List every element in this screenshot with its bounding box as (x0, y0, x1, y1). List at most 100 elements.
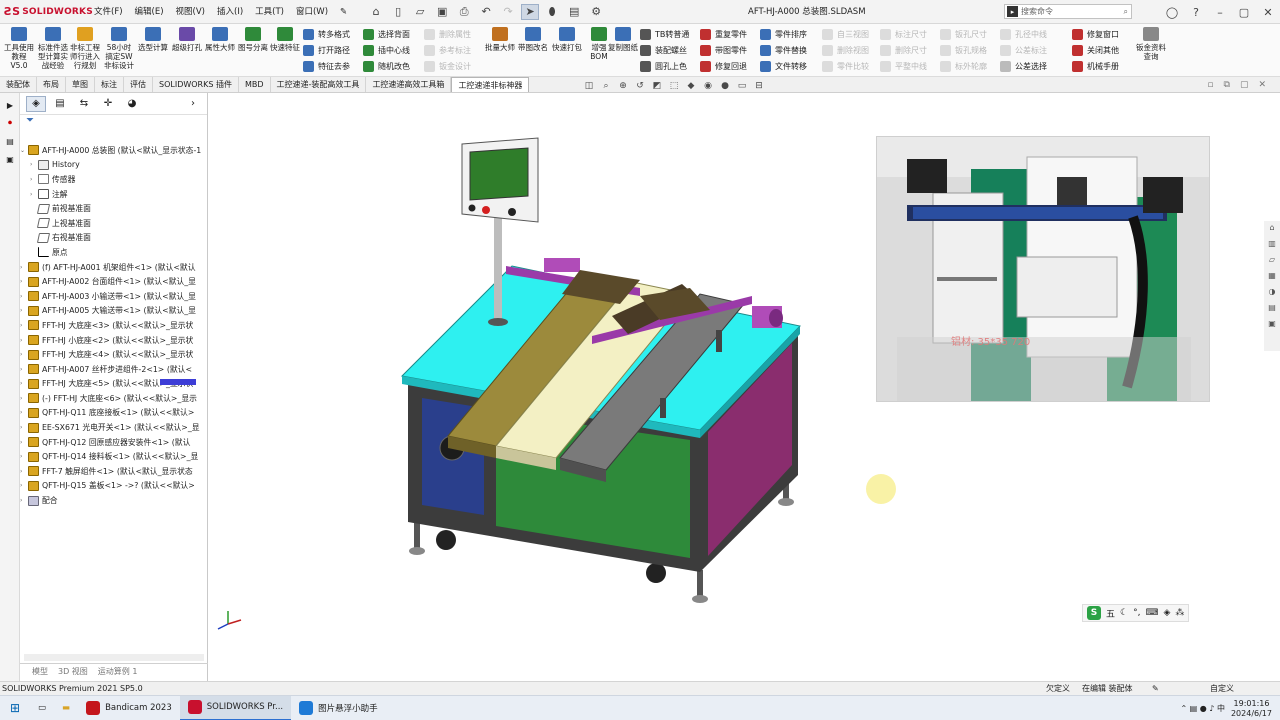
ribbon-button-0[interactable]: 工具使用教程V5.0 (4, 26, 34, 70)
more-tabs-chevron-icon[interactable]: › (183, 96, 203, 112)
ribbon-button-7[interactable]: 图号分离 (238, 26, 268, 52)
expand-arrow-icon[interactable]: › (20, 380, 28, 387)
config-manager-tab-icon[interactable]: ⇆ (74, 96, 94, 112)
tree-item[interactable]: › FFT-HJ 小底座<2> (默认<<默认>_显示状 (20, 333, 208, 348)
ribbon-button-10[interactable]: 带图改名 (518, 26, 548, 52)
tree-item[interactable]: › EE-SX671 光电开关<1> (默认<<默认>_显 (20, 420, 208, 435)
moon-icon[interactable]: ☾ (1120, 608, 1128, 618)
ribbon-button-3[interactable]: 58小时搞定SW非标设计 (104, 26, 134, 70)
zoom-fit-icon[interactable]: ⌕ (599, 80, 613, 92)
section-view-icon[interactable]: ◩ (650, 80, 664, 92)
expand-arrow-icon[interactable]: › (20, 337, 28, 344)
ribbon-button-4[interactable]: 选型计算 (138, 26, 168, 52)
grid-icon[interactable]: ⁂ (1175, 608, 1184, 618)
reference-photo[interactable]: 铝材: 35*35 720 (876, 136, 1210, 402)
search-icon[interactable]: ⌕ (1124, 7, 1128, 17)
custom-properties-icon[interactable]: ▤ (1264, 303, 1280, 317)
explorer-icon[interactable]: ▱ (1264, 255, 1280, 269)
expand-arrow-icon[interactable]: ▶ (4, 99, 16, 111)
ribbon-col1-item-2[interactable]: 特征去参 (303, 59, 350, 74)
panel-icon[interactable]: ▤ (4, 135, 16, 147)
tree-item[interactable]: › 配合 (20, 493, 208, 508)
palette-icon[interactable]: ▦ (1264, 271, 1280, 285)
print-icon[interactable]: ⎙ (455, 4, 473, 20)
expand-arrow-icon[interactable]: ⌄ (20, 147, 28, 154)
select-pointer-icon[interactable]: ➤ (521, 3, 540, 20)
expand-arrow-icon[interactable]: › (20, 351, 28, 358)
tree-item[interactable]: › QFT-HJ-Q14 接料板<1> (默认<<默认>_显 (20, 449, 208, 464)
restore-button[interactable]: ▢ (1232, 6, 1256, 19)
ribbon-button-13[interactable]: 复制图纸 (608, 26, 638, 52)
view-settings-icon[interactable]: ◫ (582, 80, 596, 92)
ribbon-col5-item-0[interactable]: 重复零件 (700, 27, 747, 42)
file-properties-icon[interactable]: ▤ (565, 4, 583, 20)
start-icon[interactable]: ⊞ (0, 701, 30, 715)
taskbar-app-2[interactable]: 图片悬浮小助手 (291, 696, 386, 720)
ribbon-button-11[interactable]: 快速打包 (552, 26, 582, 52)
tab-8[interactable]: 工控速递高效工具箱 (366, 77, 452, 92)
home-icon[interactable]: ⌂ (367, 4, 385, 20)
menu-insert[interactable]: 插入(I) (211, 0, 249, 24)
tab-9[interactable]: 工控速递非标神器 (451, 77, 530, 92)
sogou-icon[interactable]: S (1087, 606, 1101, 620)
ribbon-col6-item-1[interactable]: 零件替换 (760, 43, 807, 58)
menu-view[interactable]: 视图(V) (170, 0, 211, 24)
solidworks-logo[interactable]: ƧS SOLIDWORKS (0, 5, 93, 18)
ribbon-col4-item-1[interactable]: 装配螺丝 (640, 43, 687, 58)
ribbon-col11-item-0[interactable]: 修复窗口 (1072, 27, 1119, 42)
ribbon-button-8[interactable]: 快速特征 (270, 26, 300, 52)
expand-arrow-icon[interactable]: › (20, 453, 28, 460)
skin-icon[interactable]: ◈ (1163, 608, 1170, 618)
tab-5[interactable]: SOLIDWORKS 插件 (153, 77, 239, 92)
menu-edit[interactable]: 编辑(E) (129, 0, 170, 24)
display-style-icon[interactable]: ◆ (684, 80, 698, 92)
tab-0[interactable]: 装配体 (0, 77, 37, 92)
tree-item[interactable]: › AFT-HJ-A005 大输送带<1> (默认<默认_显 (20, 304, 208, 319)
tree-item[interactable]: 原点 (20, 245, 208, 260)
expand-arrow-icon[interactable]: › (20, 439, 28, 446)
ribbon-col6-item-2[interactable]: 文件转移 (760, 59, 807, 74)
expand-arrow-icon[interactable]: › (20, 278, 28, 285)
ribbon-col4-item-2[interactable]: 圆孔上色 (640, 59, 687, 74)
appearance-icon[interactable]: ◑ (1264, 287, 1280, 301)
ribbon-col11-item-2[interactable]: 机械手册 (1072, 59, 1119, 74)
ribbon-col4-item-0[interactable]: TB转普通 (640, 27, 689, 42)
expand-arrow-icon[interactable]: › (20, 482, 28, 489)
taskbar-app-0[interactable]: Bandicam 2023 (78, 696, 180, 720)
tree-item[interactable]: › AFT-HJ-A003 小输送带<1> (默认<默认_显 (20, 289, 208, 304)
appearance-icon[interactable]: ● (718, 80, 732, 92)
panel-2-icon[interactable]: ▣ (4, 153, 16, 165)
horizontal-scrollbar[interactable] (24, 654, 204, 661)
clock[interactable]: 19:01:16 2024/6/17 (1231, 699, 1272, 719)
previous-view-icon[interactable]: ↺ (633, 80, 647, 92)
viewport-restore-icon[interactable]: ▫ (1207, 80, 1213, 90)
rebuild-icon[interactable]: ✎ (1152, 682, 1159, 695)
ribbon-col6-item-0[interactable]: 零件排序 (760, 27, 807, 42)
library-icon[interactable]: ▥ (1264, 239, 1280, 253)
tree-item[interactable]: › (f) AFT-HJ-A001 机架组件<1> (默认<默认 (20, 260, 208, 275)
units-custom[interactable]: 自定义 (1210, 682, 1234, 695)
record-icon[interactable]: ⏺ (4, 117, 16, 129)
viewport-max-icon[interactable]: ▢ (1240, 80, 1249, 90)
tree-item[interactable]: 上视基准面 (20, 216, 208, 231)
ribbon-button-14[interactable]: 钣金资料查询 (1136, 26, 1166, 61)
viewport-close-icon[interactable]: ✕ (1258, 80, 1266, 90)
keyboard-icon[interactable]: ⌨ (1145, 608, 1158, 618)
tree-item[interactable]: 右视基准面 (20, 231, 208, 246)
search-command-box[interactable]: ▸ 搜索命令 ⌕ (1004, 4, 1132, 19)
ribbon-button-1[interactable]: 标准件选型计算实战经验 (38, 26, 68, 70)
explorer-folder-icon[interactable]: ▬ (54, 696, 78, 720)
ribbon-col10-item-2[interactable]: 公差选择 (1000, 59, 1047, 74)
ribbon-col2-item-1[interactable]: 插中心线 (363, 43, 410, 58)
tree-item[interactable]: › (-) FFT-HJ 大底座<6> (默认<<默认>_显示 (20, 391, 208, 406)
ribbon-col2-item-2[interactable]: 随机改色 (363, 59, 410, 74)
tree-item[interactable]: › AFT-HJ-A007 丝杆步进组件-2<1> (默认< (20, 362, 208, 377)
tab-7[interactable]: 工控速递-装配高效工具 (271, 77, 367, 92)
traffic-light-icon[interactable]: ⬮ (543, 4, 561, 20)
tree-item[interactable]: › FFT-HJ 大底座<3> (默认<<默认>_显示状 (20, 318, 208, 333)
expand-arrow-icon[interactable]: › (20, 293, 28, 300)
forum-icon[interactable]: ▣ (1264, 319, 1280, 333)
tree-item[interactable]: › AFT-HJ-A002 台面组件<1> (默认<默认_显 (20, 274, 208, 289)
tree-item[interactable]: › QFT-HJ-Q15 盖板<1> ->? (默认<<默认> (20, 479, 208, 494)
expand-arrow-icon[interactable]: › (30, 176, 38, 183)
